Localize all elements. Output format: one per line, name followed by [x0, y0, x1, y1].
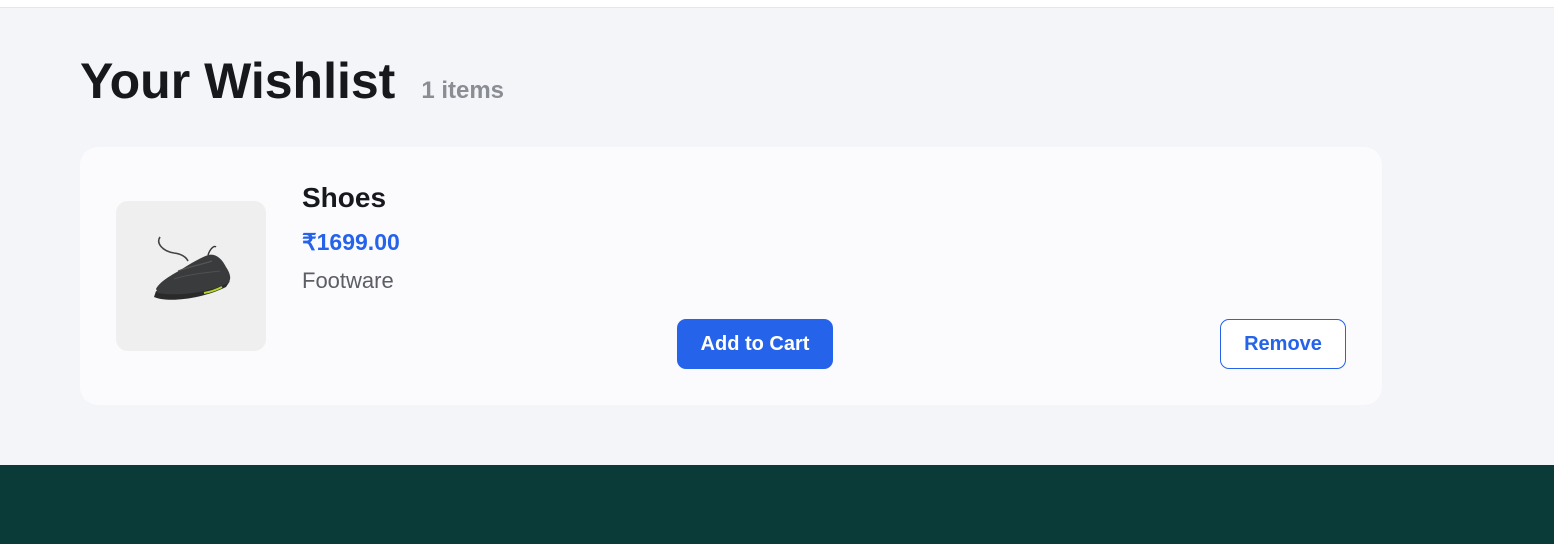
remove-button[interactable]: Remove: [1220, 319, 1346, 369]
page-title: Your Wishlist: [80, 53, 396, 109]
product-price: ₹1699.00: [302, 229, 400, 255]
header-bar-edge: [0, 0, 1554, 8]
add-to-cart-button[interactable]: Add to Cart: [677, 319, 833, 369]
item-count-badge: 1 items: [421, 77, 505, 104]
shoe-icon: [116, 201, 266, 351]
site-footer: [0, 465, 1554, 544]
product-name[interactable]: Shoes: [302, 182, 386, 214]
wishlist-item-card: Shoes ₹1699.00 Footware Add to Cart Remo…: [80, 147, 1382, 405]
product-category: Footware: [302, 268, 394, 293]
wishlist-header: Your Wishlist 1 items: [80, 52, 504, 110]
product-image[interactable]: [116, 201, 266, 351]
